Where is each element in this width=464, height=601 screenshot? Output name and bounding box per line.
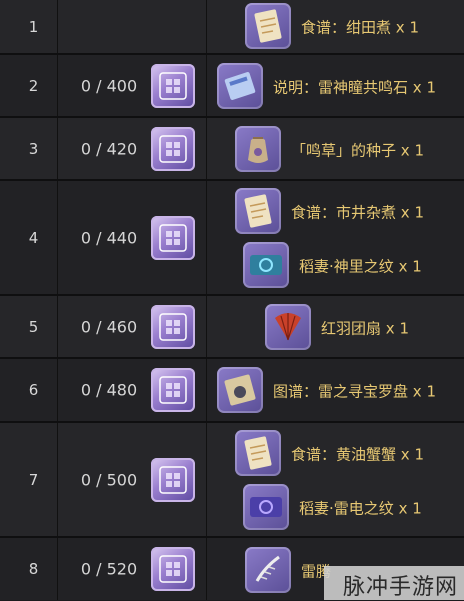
feather-icon (245, 547, 291, 593)
reward-qty: x 1 (400, 445, 424, 464)
row-index-cell: 2 (10, 55, 58, 116)
watermark-text: 脉冲手游网 (342, 575, 458, 600)
progress-cell (58, 0, 207, 53)
reward-item[interactable]: 稻妻·神里之纹 x 1 (207, 239, 464, 293)
reward-label: 食谱：黄油蟹蟹 (291, 445, 397, 464)
row-index-cell: 5 (10, 296, 58, 357)
row-index-cell: 8 (10, 538, 58, 600)
seed-bag-icon (235, 126, 281, 172)
reward-label: 红羽团扇 (321, 319, 382, 338)
reward-label: 稻妻·雷电之纹 (299, 499, 394, 518)
recipe-icon (235, 188, 281, 234)
reward-qty: x 1 (412, 78, 436, 97)
recipe-icon (235, 430, 281, 476)
namecard-icon (243, 242, 289, 288)
row-index: 6 (28, 381, 39, 399)
recipe-icon (245, 3, 291, 49)
reward-qty: x 1 (395, 18, 419, 37)
progress-cell: 0 / 400 (58, 55, 207, 116)
reward-label: 稻妻·神里之纹 (299, 257, 394, 276)
reward-label: 食谱：市井杂煮 (291, 203, 397, 222)
progress-cell: 0 / 520 (58, 538, 207, 600)
primogem-wish-icon (151, 63, 195, 108)
reward-item[interactable]: 食谱：黄油蟹蟹 x 1 (207, 427, 464, 481)
reward-item[interactable]: 「鸣草」的种子 x 1 (207, 123, 464, 177)
table-row: 2 0 / 400 说明：雷神瞳共鸣石 x 1 (0, 55, 464, 118)
reward-qty: x 1 (412, 382, 436, 401)
reward-item[interactable]: 稻妻·雷电之纹 x 1 (207, 481, 464, 535)
reward-cell: 图谱：雷之寻宝罗盘 x 1 (207, 359, 464, 421)
reward-item[interactable]: 红羽团扇 x 1 (207, 301, 464, 355)
progress-text: 0 / 420 (80, 139, 138, 158)
primogem-wish-icon (151, 126, 195, 171)
blueprint-icon (217, 367, 263, 413)
row-index-cell: 1 (10, 0, 58, 53)
reward-qty: x 1 (400, 141, 424, 160)
table-row: 7 0 / 500 食谱：黄油蟹蟹 x 1 稻妻·雷电之纹 x 1 (0, 423, 464, 538)
reward-qty: x 1 (398, 499, 422, 518)
manual-icon (217, 63, 263, 109)
primogem-wish-icon (151, 547, 195, 591)
progress-text: 0 / 400 (80, 76, 138, 95)
reward-cell: 说明：雷神瞳共鸣石 x 1 (207, 55, 464, 116)
row-index-cell: 3 (10, 118, 58, 179)
progress-text: 0 / 440 (80, 228, 138, 247)
primogem-wish-icon (151, 457, 195, 502)
progress-text: 0 / 460 (80, 317, 138, 336)
reward-label: 图谱：雷之寻宝罗盘 (273, 382, 409, 401)
table-row: 4 0 / 440 食谱：市井杂煮 x 1 稻妻·神里之纹 x 1 (0, 181, 464, 296)
watermark: 脉冲手游网 (324, 566, 464, 600)
primogem-wish-icon (151, 368, 195, 412)
row-index: 1 (28, 17, 39, 36)
progress-cell: 0 / 460 (58, 296, 207, 357)
reward-label: 「鸣草」的种子 (291, 141, 397, 160)
table-row: 5 0 / 460 红羽团扇 x 1 (0, 296, 464, 359)
reward-qty: x 1 (400, 203, 424, 222)
reward-cell: 红羽团扇 x 1 (207, 296, 464, 357)
table-row: 6 0 / 480 图谱：雷之寻宝罗盘 x 1 (0, 359, 464, 423)
reward-item[interactable]: 说明：雷神瞳共鸣石 x 1 (207, 60, 464, 114)
row-index: 2 (28, 76, 39, 95)
row-index: 7 (28, 470, 39, 489)
reward-cell: 食谱：绀田煮 x 1 (207, 0, 464, 53)
primogem-wish-icon (151, 215, 195, 260)
reward-cell: 食谱：市井杂煮 x 1 稻妻·神里之纹 x 1 (207, 181, 464, 294)
table-row: 3 0 / 420 「鸣草」的种子 x 1 (0, 118, 464, 181)
row-index: 5 (28, 317, 39, 336)
row-index-cell: 7 (10, 423, 58, 536)
progress-cell: 0 / 480 (58, 359, 207, 421)
reward-item[interactable]: 食谱：市井杂煮 x 1 (207, 185, 464, 239)
progress-cell: 0 / 440 (58, 181, 207, 294)
table-row: 1 食谱：绀田煮 x 1 (0, 0, 464, 55)
row-index-cell: 4 (10, 181, 58, 294)
progress-cell: 0 / 420 (58, 118, 207, 179)
reward-cell: 食谱：黄油蟹蟹 x 1 稻妻·雷电之纹 x 1 (207, 423, 464, 536)
reward-item[interactable]: 图谱：雷之寻宝罗盘 x 1 (207, 364, 464, 418)
reward-qty: x 1 (398, 257, 422, 276)
progress-text: 0 / 520 (80, 559, 138, 579)
progress-cell: 0 / 500 (58, 423, 207, 536)
row-index: 4 (28, 228, 39, 247)
row-index-cell: 6 (10, 359, 58, 421)
namecard-icon (243, 484, 289, 530)
primogem-wish-icon (151, 304, 195, 349)
reward-cell: 「鸣草」的种子 x 1 (207, 118, 464, 179)
row-index: 3 (28, 139, 39, 158)
reward-label: 说明：雷神瞳共鸣石 (273, 78, 409, 97)
reward-qty: x 1 (385, 319, 409, 338)
row-index: 8 (28, 560, 39, 578)
reward-label: 食谱：绀田煮 (301, 18, 392, 37)
progress-text: 0 / 480 (80, 380, 138, 400)
progress-text: 0 / 500 (80, 470, 138, 489)
red-fan-icon (265, 304, 311, 350)
reward-item[interactable]: 食谱：绀田煮 x 1 (207, 0, 464, 54)
